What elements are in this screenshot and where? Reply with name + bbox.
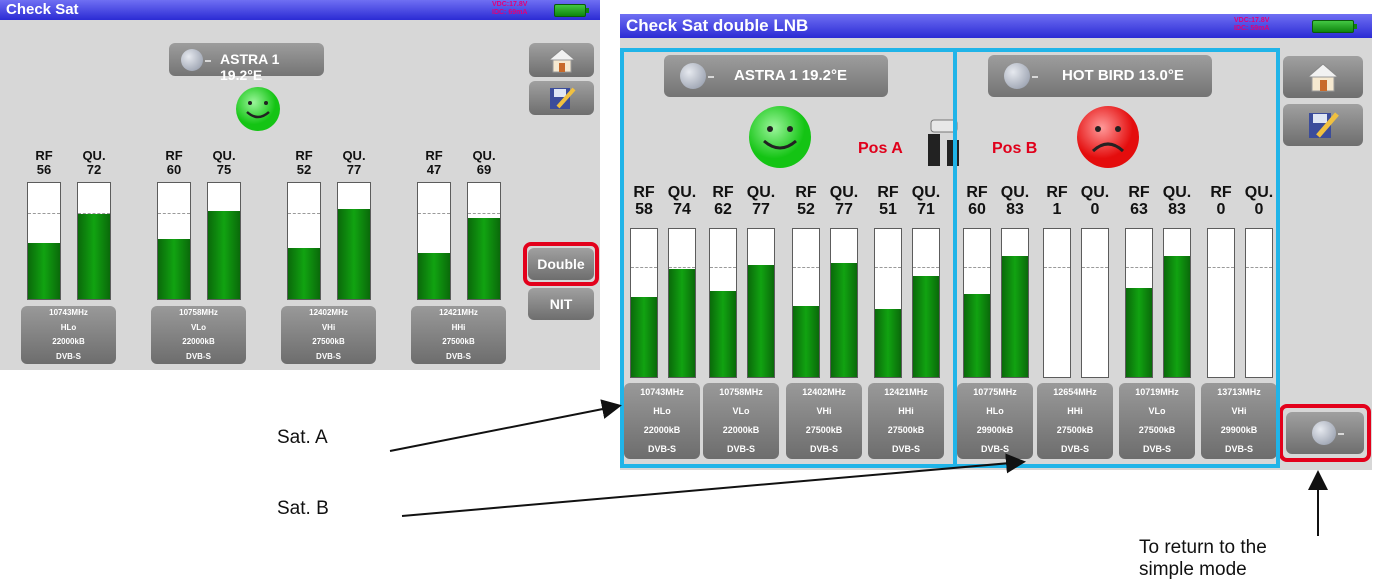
arrow-sat-b <box>401 453 1026 517</box>
arrow-sat-a <box>389 399 622 452</box>
annotation-arrows <box>389 399 1328 536</box>
